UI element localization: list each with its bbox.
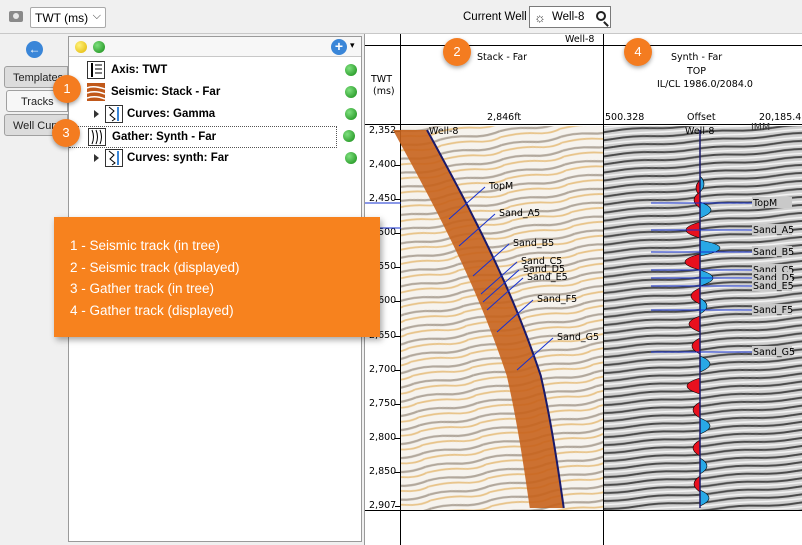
- top-marker-label: TopM: [488, 181, 513, 192]
- top-marker-label: Sand_A5: [499, 208, 540, 219]
- current-well-label: Current Well: [463, 11, 527, 23]
- top-marker-label: Sand_E5: [527, 272, 568, 283]
- top-marker-label: Sand_F5: [537, 294, 577, 305]
- legend-line-3: 3 - Gather track (in tree): [70, 281, 215, 296]
- tree-item-label: Curves: synth: Far: [127, 152, 229, 164]
- top-marker-label: Sand_G5: [557, 332, 599, 343]
- visibility-icon[interactable]: [345, 64, 357, 76]
- legend-line-1: 1 - Seismic track (in tree): [70, 238, 221, 253]
- visibility-icon[interactable]: [345, 108, 357, 120]
- gather-track-icon: [88, 128, 106, 146]
- callout-legend: 1 - Seismic track (in tree) 2 - Seismic …: [54, 217, 380, 337]
- chevron-down-icon: ⌵: [92, 10, 101, 22]
- callout-badge-1: 1: [53, 75, 81, 103]
- tree-item-seismic[interactable]: Seismic: Stack - Far: [69, 82, 361, 104]
- gather-well-label: Well-8: [685, 126, 714, 137]
- curve-track-icon: [105, 105, 123, 123]
- axis-track-icon: [87, 61, 105, 79]
- tree-item-axis[interactable]: Axis: TWT: [69, 60, 361, 82]
- curve-track-icon: [105, 149, 123, 167]
- green-status-icon[interactable]: [93, 41, 105, 53]
- tree-item-label: Curves: Gamma: [127, 108, 216, 120]
- tree-item-curves-synth[interactable]: Curves: synth: Far: [69, 148, 361, 170]
- callout-badge-3: 3: [52, 119, 80, 147]
- tree-item-label: Axis: TWT: [111, 64, 168, 76]
- well-section-display: Well-8 TWT (ms) Stack - Far 2,846ft Synt…: [364, 34, 802, 545]
- top-marker-label: Sand_E5: [753, 281, 794, 292]
- track-canvas[interactable]: Well-8TopMSand_A5Sand_B5Sand_C5Sand_D5Sa…: [365, 34, 802, 545]
- tree-header: + ▾: [69, 37, 361, 57]
- dropdown-arrow-icon[interactable]: ▾: [350, 40, 355, 51]
- expand-arrow-icon[interactable]: [94, 154, 99, 162]
- gather-corner-label: IMM: [751, 122, 770, 133]
- camera-icon[interactable]: [9, 11, 23, 22]
- yellow-status-icon[interactable]: [75, 41, 87, 53]
- callout-badge-4: 4: [624, 38, 652, 66]
- current-well-field[interactable]: ☼ Well-8: [529, 6, 611, 28]
- seismic-well-label: Well-8: [429, 126, 458, 137]
- current-well-value: Well-8: [552, 11, 585, 23]
- tree-item-label: Seismic: Stack - Far: [111, 86, 221, 98]
- tree-item-curves-gamma[interactable]: Curves: Gamma: [69, 104, 361, 126]
- top-marker-label: TopM: [752, 198, 777, 209]
- visibility-icon[interactable]: [345, 152, 357, 164]
- seismic-track-icon: [86, 83, 106, 101]
- legend-line-2: 2 - Seismic track (displayed): [70, 259, 240, 275]
- tree-item-gather[interactable]: Gather: Synth - Far: [69, 126, 337, 148]
- search-icon[interactable]: [596, 11, 606, 21]
- visibility-icon[interactable]: [343, 130, 355, 142]
- gear-icon: ☼: [534, 10, 546, 25]
- domain-select[interactable]: TWT (ms) ⌵: [30, 7, 106, 28]
- domain-value: TWT (ms): [35, 11, 89, 25]
- toolbar: TWT (ms) ⌵ Current Well ☼ Well-8: [0, 0, 802, 34]
- top-marker-label: Sand_A5: [753, 225, 794, 236]
- expand-arrow-icon[interactable]: [94, 110, 99, 118]
- tree-item-label: Gather: Synth - Far: [112, 131, 217, 143]
- legend-line-4: 4 - Gather track (displayed): [70, 302, 234, 318]
- top-marker-label: Sand_F5: [753, 305, 793, 316]
- callout-badge-2: 2: [443, 38, 471, 66]
- visibility-icon[interactable]: [345, 86, 357, 98]
- back-arrow-icon[interactable]: ←: [26, 41, 43, 58]
- top-marker-label: Sand_G5: [753, 347, 795, 358]
- add-track-button[interactable]: +: [331, 39, 347, 55]
- tab-label: Tracks: [21, 96, 54, 108]
- top-marker-label: Sand_B5: [753, 247, 794, 258]
- top-marker-label: Sand_B5: [513, 238, 554, 249]
